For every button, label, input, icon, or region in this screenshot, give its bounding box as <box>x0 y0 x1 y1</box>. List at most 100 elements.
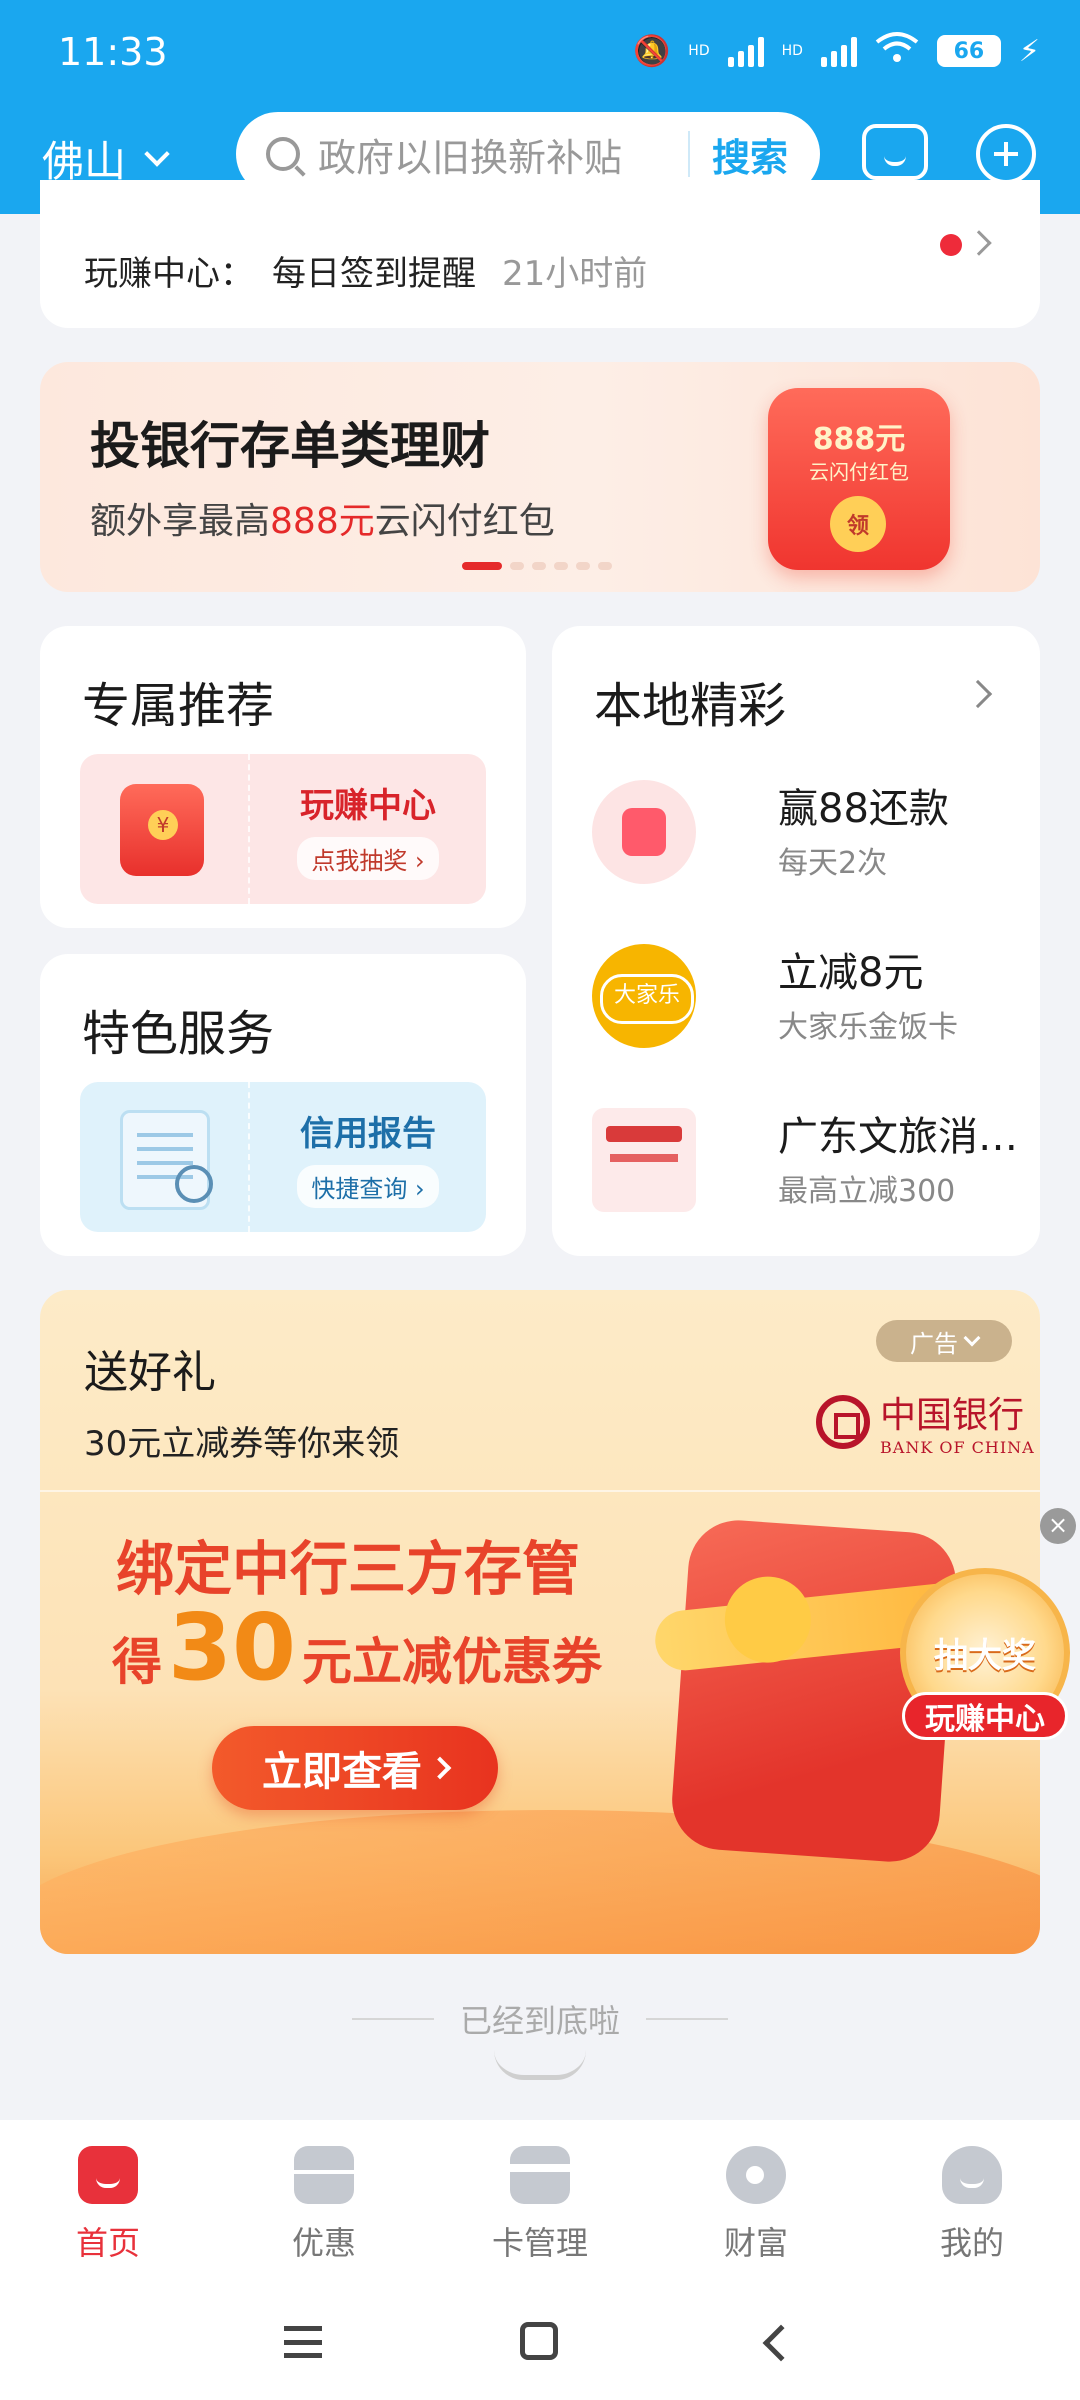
local-item-tourism[interactable]: 广东文旅消… 最高立减300 <box>592 1094 1018 1224</box>
unread-dot <box>940 234 962 256</box>
add-icon[interactable] <box>976 124 1036 184</box>
close-icon[interactable]: × <box>1040 1508 1076 1544</box>
end-of-list-text: 已经到底啦 <box>459 2002 620 2040</box>
play-earn-promo[interactable]: 玩赚中心 点我抽奖 › <box>80 754 486 904</box>
profile-icon <box>942 2146 1002 2204</box>
credit-report-promo[interactable]: 信用报告 快捷查询 › <box>80 1082 486 1232</box>
carousel-dot <box>598 562 612 570</box>
home-icon <box>78 2146 138 2204</box>
tourism-gate-icon <box>592 1108 696 1212</box>
notification-text: 每日签到提醒 <box>272 254 476 294</box>
bank-of-china-logo: 中国银行 BANK OF CHINA <box>816 1386 1035 1457</box>
red-packet-mini <box>120 784 204 876</box>
red-packet-icon <box>80 754 248 904</box>
bank-ad-card[interactable]: 送好礼 30元立减券等你来领 广告 中国银行 BANK OF CHINA 绑定中… <box>40 1290 1040 1954</box>
banner-subtitle-prefix: 额外享最高 <box>90 501 271 542</box>
play-earn-action[interactable]: 点我抽奖 › <box>297 837 439 880</box>
message-icon[interactable] <box>862 124 928 180</box>
end-of-list-note: 已经到底啦 <box>340 1996 740 2042</box>
special-services-title: 特色服务 <box>82 1006 275 1062</box>
local-item-discount[interactable]: 立减8元 大家乐金饭卡 <box>592 930 1012 1060</box>
chevron-right-icon <box>428 1756 452 1780</box>
mute-icon: 🔕 <box>632 33 671 69</box>
notification-card[interactable]: 玩赚中心： 每日签到提醒 21小时前 <box>40 180 1040 328</box>
chevron-down-icon <box>144 140 170 167</box>
carousel-dot <box>510 562 524 570</box>
system-navigation-bar <box>0 2290 1080 2400</box>
ad-subtitle: 30元立减券等你来领 <box>84 1424 400 1464</box>
credit-report-title: 信用报告 <box>300 1114 436 1154</box>
local-item-desc: 最高立减300 <box>778 1174 956 1209</box>
carousel-dot <box>554 562 568 570</box>
carousel-dot-active <box>462 562 502 570</box>
tab-label: 优惠 <box>291 2224 356 2262</box>
carousel-dot <box>532 562 546 570</box>
chevron-right-icon[interactable] <box>963 679 993 709</box>
banner-subtitle-suffix: 云闪付红包 <box>374 501 555 542</box>
bank-name-en: BANK OF CHINA <box>880 1438 1035 1457</box>
notification-source: 玩赚中心： <box>84 254 254 294</box>
back-icon[interactable] <box>762 2324 800 2362</box>
tab-profile[interactable]: 我的 <box>892 2146 1052 2264</box>
exclusive-card: 专属推荐 玩赚中心 点我抽奖 › <box>40 626 526 928</box>
shopping-bag-icon <box>592 780 696 884</box>
bank-name-cn: 中国银行 <box>880 1395 1025 1436</box>
red-packet-amount: 888元 <box>812 422 906 457</box>
coupon-icon <box>294 2146 354 2204</box>
banner-subtitle-highlight: 888元 <box>270 501 375 542</box>
ad-tag[interactable]: 广告 <box>876 1320 1012 1362</box>
tab-label: 首页 <box>75 2224 140 2262</box>
credit-doc-mini <box>120 1110 213 1210</box>
carousel-indicator <box>462 562 612 570</box>
tab-cards[interactable]: 卡管理 <box>460 2146 620 2264</box>
ad-tag-label: 广告 <box>910 1329 958 1358</box>
promo-banner[interactable]: 投银行存单类理财 额外享最高888元云闪付红包 888元 云闪付红包 领 <box>40 362 1040 592</box>
ad-headline-2-prefix: 得 <box>112 1633 162 1691</box>
ad-title: 送好礼 <box>84 1347 216 1398</box>
ad-headline-2: 得 30 元立减优惠券 <box>112 1594 602 1701</box>
local-item-desc: 每天2次 <box>778 846 888 881</box>
special-services-card: 特色服务 信用报告 快捷查询 › <box>40 954 526 1256</box>
card-icon <box>510 2146 570 2204</box>
menu-icon[interactable] <box>284 2326 322 2358</box>
tab-offers[interactable]: 优惠 <box>244 2146 404 2264</box>
view-now-label: 立即查看 <box>262 1749 422 1795</box>
ad-headline-2-number: 30 <box>168 1594 297 1701</box>
bank-logo-text: 中国银行 BANK OF CHINA <box>880 1386 1035 1457</box>
credit-report-text: 信用报告 快捷查询 › <box>248 1082 486 1232</box>
search-input[interactable]: 政府以旧换新补贴 <box>318 127 666 182</box>
home-button-icon[interactable] <box>520 2322 558 2360</box>
smile-icon <box>494 2050 586 2080</box>
tab-home[interactable]: 首页 <box>28 2146 188 2264</box>
play-earn-title: 玩赚中心 <box>300 786 436 826</box>
divider-right <box>646 2018 728 2020</box>
tab-wealth[interactable]: 财富 <box>676 2146 836 2264</box>
local-item-title: 赢88还款 <box>778 786 949 832</box>
local-item-title: 广东文旅消… <box>778 1114 1018 1160</box>
ad-divider <box>40 1490 1040 1492</box>
bank-logo-icon <box>816 1394 870 1449</box>
tab-label: 财富 <box>723 2224 788 2262</box>
notification-row: 玩赚中心： 每日签到提醒 21小时前 <box>84 246 647 295</box>
carousel-dot <box>576 562 590 570</box>
tab-label: 卡管理 <box>491 2224 588 2262</box>
signal-icon-2 <box>820 35 857 67</box>
exclusive-title: 专属推荐 <box>82 678 275 734</box>
credit-report-action[interactable]: 快捷查询 › <box>297 1165 439 1208</box>
wifi-icon <box>875 30 919 72</box>
chevron-right-icon <box>966 230 992 256</box>
play-earn-text: 玩赚中心 点我抽奖 › <box>248 754 486 904</box>
banner-subtitle: 额外享最高888元云闪付红包 <box>90 492 555 544</box>
view-now-button[interactable]: 立即查看 <box>212 1726 498 1810</box>
local-item-title: 立减8元 <box>778 950 924 996</box>
red-packet-label: 云闪付红包 <box>809 460 909 484</box>
charging-icon: ⚡ <box>1018 33 1040 69</box>
lottery-label[interactable]: 玩赚中心 <box>902 1692 1068 1740</box>
red-packet-seal: 领 <box>830 496 886 552</box>
banner-title: 投银行存单类理财 <box>90 417 490 475</box>
status-icons: 🔕 HD HD 66 ⚡ <box>633 30 1040 72</box>
ad-headline-2-suffix: 元立减优惠券 <box>302 1633 603 1691</box>
signal-hd1-label: HD <box>688 43 710 59</box>
search-button[interactable]: 搜索 <box>712 127 788 182</box>
local-item-repay[interactable]: 赢88还款 每天2次 <box>592 766 1012 896</box>
